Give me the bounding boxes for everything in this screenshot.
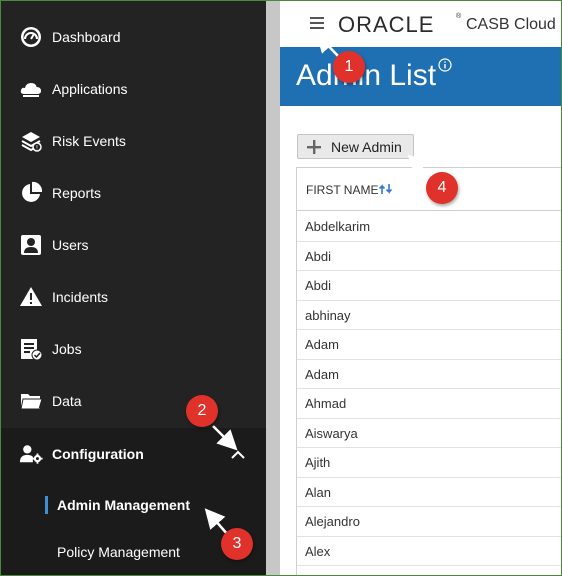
table-row[interactable]: Ajith [297, 448, 561, 478]
callout-badge-2: 2 [186, 395, 218, 427]
risk-events-icon: ! [19, 129, 43, 153]
top-bar: ORACLE ® CASB Cloud S [280, 1, 562, 47]
table-row[interactable]: Ahmad [297, 389, 561, 419]
first-name-cell: Alejandro [305, 514, 360, 529]
first-name-cell: Aiswarya [305, 425, 358, 441]
table-row[interactable]: Alan [297, 478, 561, 507]
sidebar-item-users[interactable]: Users [1, 219, 266, 271]
sidebar-item-label: Reports [52, 185, 102, 201]
main-content: ORACLE ® CASB Cloud S Admin List New Adm… [280, 1, 562, 575]
new-admin-button[interactable]: New Admin [297, 134, 414, 159]
sidebar-item-label: Applications [52, 81, 128, 97]
oracle-logo: ORACLE [338, 12, 435, 37]
sidebar: Dashboard Applications ! Risk Events Rep… [1, 1, 266, 575]
admin-table: FIRST NAME Abdelkarim Abdi Abdi abhinay Adam… [296, 167, 561, 575]
table-row[interactable]: Abdelkarim [297, 212, 561, 242]
first-name-cell: abhinay [305, 307, 351, 323]
sidebar-item-label: Configuration [52, 446, 144, 462]
product-title: CASB Cloud S [466, 16, 562, 33]
sidebar-item-incidents[interactable]: Incidents [1, 271, 266, 323]
table-row[interactable]: Aiswarya [297, 419, 561, 448]
info-icon[interactable] [438, 58, 452, 72]
first-name-cell: Abdi [305, 278, 332, 293]
jobs-icon [19, 337, 43, 361]
page-title: Admin List [296, 59, 437, 92]
table-row[interactable]: Alex [297, 537, 561, 566]
sidebar-item-label: Data [52, 393, 82, 409]
sidebar-item-risk-events[interactable]: ! Risk Events [1, 115, 266, 167]
table-row[interactable]: abhinay [297, 301, 561, 330]
sidebar-item-dashboard[interactable]: Dashboard [1, 11, 266, 63]
sidebar-item-label: Risk Events [52, 133, 126, 149]
sidebar-item-data[interactable]: Data [1, 375, 266, 427]
dashboard-gauge-icon [19, 25, 43, 49]
table-row[interactable]: Adam [297, 330, 561, 360]
active-indicator [45, 496, 48, 514]
sidebar-item-label: Users [52, 237, 89, 253]
first-name-cell: Abdi [305, 248, 332, 264]
table-row[interactable]: Adam [297, 360, 561, 389]
first-name-cell: Ahmad [305, 396, 347, 411]
sidebar-item-applications[interactable]: Applications [1, 63, 266, 115]
sidebar-item-label: Dashboard [52, 29, 121, 45]
callout-badge-3: 3 [221, 528, 253, 560]
folder-icon [19, 389, 43, 413]
table-row[interactable]: Alexand [297, 566, 561, 575]
sidebar-item-reports[interactable]: Reports [1, 167, 266, 219]
first-name-cell: Adam [305, 337, 339, 352]
sidebar-item-jobs[interactable]: Jobs [1, 323, 266, 375]
pie-chart-icon [19, 181, 43, 205]
warning-icon [19, 285, 43, 309]
sidebar-subitem-label: Policy Management [57, 544, 180, 560]
screenshot-frame: Dashboard Applications ! Risk Events Rep… [0, 0, 562, 576]
sidebar-subitem-label: Admin Management [57, 497, 191, 513]
plus-icon [307, 140, 321, 154]
first-name-cell: Abdelkarim [305, 219, 371, 234]
hamburger-menu-icon[interactable] [310, 17, 324, 29]
first-name-cell: Alex [305, 543, 331, 559]
table-row[interactable]: Abdi [297, 242, 561, 271]
cloud-icon [19, 77, 43, 101]
first-name-cell: Ajith [305, 455, 331, 470]
first-name-cell: Adam [305, 366, 339, 382]
registered-mark: ® [456, 13, 462, 20]
sidebar-item-label: Jobs [52, 341, 82, 357]
column-header-label: FIRST NAME [306, 183, 379, 197]
user-gear-icon [19, 442, 43, 466]
table-row[interactable]: Abdi [297, 271, 561, 301]
first-name-cell: Alan [305, 484, 332, 500]
callout-badge-4: 4 [426, 172, 458, 204]
page-header-banner: Admin List [280, 47, 561, 106]
sidebar-divider [266, 1, 280, 575]
sort-icon[interactable] [378, 182, 393, 194]
chevron-up-icon[interactable] [229, 447, 247, 461]
callout-badge-1: 1 [333, 51, 365, 83]
new-admin-label: New Admin [331, 139, 402, 155]
sidebar-subitem-admin-management[interactable]: Admin Management [1, 482, 266, 528]
sidebar-item-label: Incidents [52, 289, 109, 305]
table-row[interactable]: Alejandro [297, 507, 561, 537]
sidebar-item-configuration[interactable]: Configuration [1, 428, 266, 480]
user-card-icon [19, 233, 43, 257]
